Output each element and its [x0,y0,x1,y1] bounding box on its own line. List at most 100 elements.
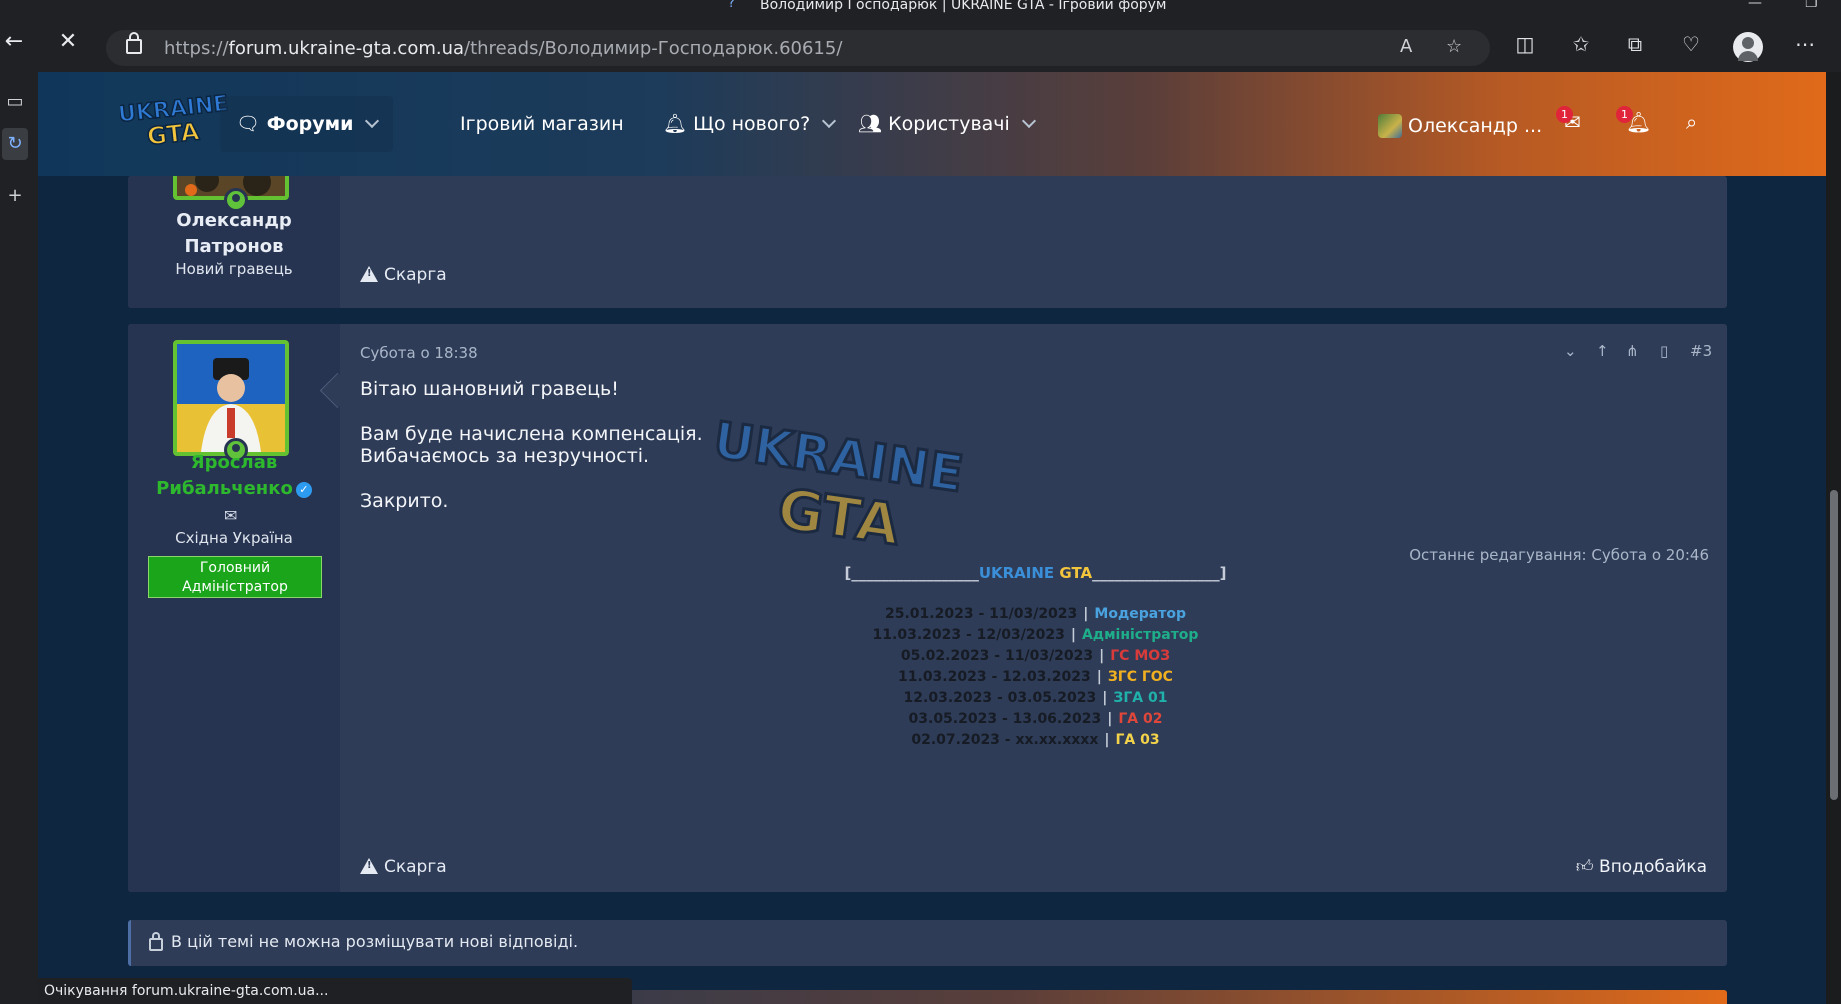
signature-role: ЗГА 01 [1113,690,1168,706]
more-menu-icon[interactable]: ⋯ [1790,29,1820,59]
collections-icon[interactable]: ⧉ [1620,29,1650,59]
new-tab-icon[interactable]: + [0,180,30,212]
signature-separator: | [1107,711,1113,727]
nav-shop-label: Ігровий магазин [460,113,624,135]
chevron-down-icon[interactable] [1021,113,1036,129]
post-number[interactable]: #3 [1690,342,1712,360]
profile-avatar-icon[interactable] [1733,32,1763,62]
email-envelope-icon[interactable]: ✉ [224,506,237,525]
signature-role: ГА 03 [1115,732,1160,748]
like-button[interactable]: 👍︎ Вподобайка [1576,856,1707,877]
signature-line: 05.02.2023 - 11/03/2023 | ГС МОЗ [360,648,1711,664]
author-title: Новий гравець [175,260,293,278]
post-date[interactable]: Субота о 18:38 [360,344,478,362]
browser-essentials-icon[interactable]: ♡ [1676,29,1706,59]
role-banner: Головний Адміністратор [148,556,322,598]
signature-dates: 11.03.2023 - 12/03/2023 [872,627,1065,643]
site-header: UKRAINE GTA 🗨︎ Форуми Ігровий магазин 🔔︎… [38,72,1826,176]
signature-dates: 11.03.2023 - 12.03.2023 [898,669,1091,685]
search-icon[interactable]: ⌕ [1686,110,1697,134]
tab-actions-icon[interactable]: ▭ [0,86,30,118]
signature-line: 03.05.2023 - 13.06.2023 | ГА 02 [360,711,1711,727]
browser-toolbar: ← ✕ https://forum.ukraine-gta.com.ua/thr… [0,14,1841,72]
nav-users[interactable]: 👥︎ Користувачі [858,96,1036,152]
window-titlebar: ? Володимир Господарюк | UKRAINE GTA - І… [0,0,1841,14]
nav-users-label: Користувачі [888,113,1010,135]
chevron-down-icon[interactable] [822,113,837,129]
split-screen-icon[interactable]: ◫ [1510,29,1540,59]
thread-locked-notice: В цій темі не можна розміщувати нові від… [128,920,1727,966]
nav-shop[interactable]: Ігровий магазин [460,96,624,152]
read-aloud-icon[interactable]: A [1400,36,1412,57]
watermark-logo: UKRAINE GTA [708,414,966,554]
nav-whats-new-label: Що нового? [693,113,811,135]
sig-bracket-left: [_________________ [844,564,979,582]
browser-status-bar: Очікування forum.ukraine-gta.com.ua... [38,978,632,1004]
signature-dates: 03.05.2023 - 13.06.2023 [908,711,1102,727]
report-button[interactable]: Скарга [360,856,447,877]
address-url: https://forum.ukraine-gta.com.ua/threads… [164,38,842,59]
like-label: Вподобайка [1599,857,1707,877]
message-line: Вітаю шановний гравець! [360,378,619,400]
signature-header: [_________________UKRAINE GTA___________… [360,564,1711,582]
verified-badge-icon: ✓ [295,482,312,498]
favorites-icon[interactable]: ✩ [1566,29,1596,59]
signature-dates: 02.07.2023 - xx.xx.xxxx [911,732,1099,748]
messages-badge: 1 [1556,106,1573,123]
forums-chat-icon: 🗨︎ [236,113,261,135]
arrow-up-icon[interactable]: ↑ [1596,342,1609,360]
author-name[interactable]: Олександр Патронов [128,208,340,260]
minimize-icon[interactable]: — [1748,0,1762,10]
author-location: Східна Україна [175,529,293,547]
vertical-tabs-sidebar: ▭ ↻ + [0,72,38,1004]
nav-whats-new[interactable]: 🔔︎ Що нового? [663,96,837,152]
user-avatar[interactable] [1378,114,1402,138]
signature-line: 02.07.2023 - xx.xx.xxxx | ГА 03 [360,732,1711,748]
bookmark-icon[interactable]: ▯ [1660,342,1668,360]
active-tab-icon[interactable]: ↻ [2,128,28,160]
signature-dates: 05.02.2023 - 11/03/2023 [900,648,1094,664]
report-label: Скарга [384,857,447,877]
author-last-name: Патронов [184,236,284,257]
back-arrow-icon[interactable]: ← [0,28,28,56]
scrollbar-thumb[interactable] [1830,490,1838,800]
url-host: forum.ukraine-gta.com.ua [228,38,465,59]
users-icon: 👥︎ [858,113,883,135]
site-logo[interactable]: UKRAINE GTA [120,92,228,148]
thumbs-up-icon: 👍︎ [1575,857,1594,877]
signature-role: Модератор [1094,606,1186,622]
last-edit-note: Останнє редагування: Субота о 20:46 [1409,546,1709,564]
signature-role: ГС МОЗ [1110,648,1171,664]
signature-role: Адміністратор [1081,627,1199,643]
sig-brand-ukraine: UKRAINE [978,564,1055,582]
signature-separator: | [1102,690,1108,706]
report-button[interactable]: Скарга [360,264,447,285]
signature-dates: 12.03.2023 - 03.05.2023 [903,690,1097,706]
nav-forums-label: Форуми [266,113,354,135]
dropdown-check-icon[interactable]: ⌄ [1564,342,1577,360]
signature-role: ГА 02 [1118,711,1163,727]
lock-icon [126,32,142,54]
chevron-down-icon[interactable] [365,113,380,129]
signature-role: ЗГС ГОС [1107,669,1173,685]
signature-line: 11.03.2023 - 12.03.2023 | ЗГС ГОС [360,669,1711,685]
author-name[interactable]: Ярослав Рибальченко ✓ [128,450,340,502]
svg-text:GTA: GTA [146,117,201,148]
share-icon[interactable]: ⋔ [1626,342,1639,360]
signature-separator: | [1083,606,1089,622]
signature-separator: | [1070,627,1076,643]
web-page: UKRAINE GTA 🗨︎ Форуми Ігровий магазин 🔔︎… [38,72,1826,1004]
user-menu[interactable]: Олександр ... [1408,98,1542,154]
favorite-star-icon[interactable]: ☆ [1446,36,1462,57]
message-line: Вибачаємось за незручності. [360,445,650,467]
locked-message: В цій темі не можна розміщувати нові від… [171,932,579,951]
restore-icon[interactable]: ❐ [1805,0,1818,10]
author-first-name: Олександр [176,210,292,231]
stop-loading-icon[interactable]: ✕ [54,28,82,56]
sig-brand-gta: GTA [1059,564,1093,582]
role-line-2: Адміністратор [182,579,288,595]
nav-forums[interactable]: 🗨︎ Форуми [220,96,394,152]
address-bar[interactable]: https://forum.ukraine-gta.com.ua/threads… [106,30,1490,66]
post-user-sidebar: Олександр Патронов Новий гравець [128,176,340,308]
message-line: Вам буде начислена компенсація. [360,423,703,445]
